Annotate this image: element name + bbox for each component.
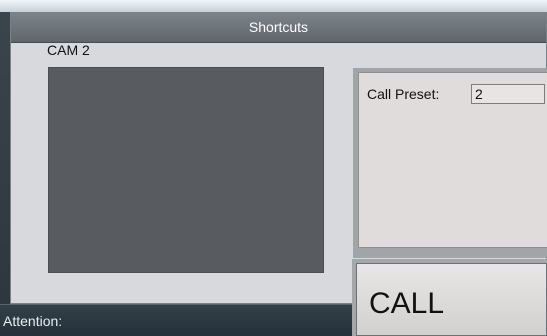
dialog-titlebar: Shortcuts [11,13,546,43]
call-preset-label: Call Preset: [367,86,440,102]
status-bar: Attention: [0,305,352,336]
preset-inner-panel: Call Preset: [358,72,547,248]
camera-preview [48,67,324,273]
app-window: Shortcuts CAM 2 Call Preset: Attention: … [0,0,547,336]
call-button-frame: CALL [352,259,547,336]
status-text: Attention: [3,313,63,329]
call-button[interactable]: CALL [356,263,547,336]
camera-label: CAM 2 [47,42,90,58]
dialog-title: Shortcuts [248,19,309,35]
call-preset-input[interactable] [471,84,545,104]
preset-panel: Call Preset: [353,68,547,258]
top-strip [0,0,547,12]
